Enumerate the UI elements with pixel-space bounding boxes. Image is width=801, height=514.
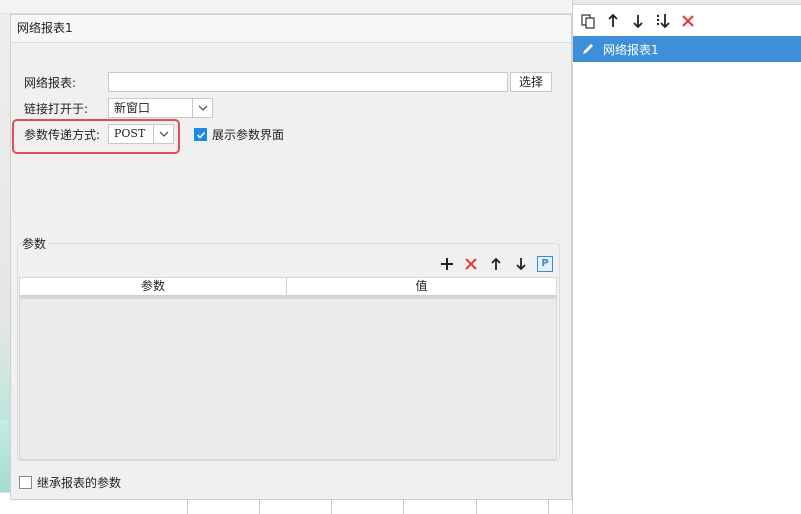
list-item[interactable]: 网络报表1 [573,36,801,62]
dialog-title: 网络报表1 [11,15,571,43]
move-down-button[interactable] [512,255,530,273]
open-in-row: 链接打开于: [24,100,88,117]
move-to-bottom-button[interactable] [654,12,672,30]
background-toolbar [0,0,572,14]
list-item-label: 网络报表1 [603,42,659,57]
method-value: POST [114,127,146,140]
plus-icon [441,258,453,270]
params-group-label: 参数 [22,235,49,252]
report-row: 网络报表: [24,74,76,91]
hyperlink-list-panel: 网络报表1 [572,0,801,514]
x-icon [682,14,694,27]
inherit-checkbox[interactable] [19,476,32,489]
move-bottom-icon [656,13,670,28]
move-down-button[interactable] [629,12,647,30]
arrow-up-icon [608,13,618,27]
copy-button[interactable] [579,12,597,30]
show-param-checkbox[interactable] [194,128,207,141]
table-body [20,296,556,299]
arrow-up-icon [491,257,501,270]
move-up-button[interactable] [604,12,622,30]
arrow-down-icon [516,258,526,271]
param-button[interactable]: P [536,255,554,273]
report-label: 网络报表: [24,76,77,90]
column-header-param[interactable]: 参数 [20,278,287,295]
p-icon: P [537,256,553,272]
add-param-button[interactable] [438,255,456,273]
delete-param-button[interactable] [462,255,480,273]
select-button[interactable]: 选择 [510,72,552,92]
method-label: 参数传递方式: [24,128,101,142]
show-param-row[interactable]: 展示参数界面 [194,126,284,143]
table-header: 参数 值 [20,278,556,296]
inherit-label: 继承报表的参数 [37,476,122,490]
chevron-down-icon[interactable] [153,125,173,143]
panel-toolbar [573,5,801,36]
move-up-button[interactable] [487,255,505,273]
inherit-row[interactable]: 继承报表的参数 [19,474,121,491]
x-icon [465,258,477,270]
pencil-icon [573,42,603,56]
arrow-down-icon [633,14,643,28]
open-in-value: 新窗口 [114,101,151,115]
column-header-value[interactable]: 值 [287,278,556,295]
open-in-label: 链接打开于: [24,102,89,116]
show-param-label: 展示参数界面 [212,128,285,142]
chevron-down-icon[interactable] [192,99,212,117]
report-input[interactable] [108,72,508,92]
copy-icon [581,13,595,29]
hyperlink-dialog: 网络报表1 网络报表: 选择 链接打开于: 新窗口 参数传递方式: POST 展… [10,14,572,500]
method-select[interactable]: POST [108,124,174,144]
method-row: 参数传递方式: [24,126,100,143]
delete-button[interactable] [679,12,697,30]
params-table: 参数 值 [19,277,557,460]
open-in-select[interactable]: 新窗口 [108,98,213,118]
